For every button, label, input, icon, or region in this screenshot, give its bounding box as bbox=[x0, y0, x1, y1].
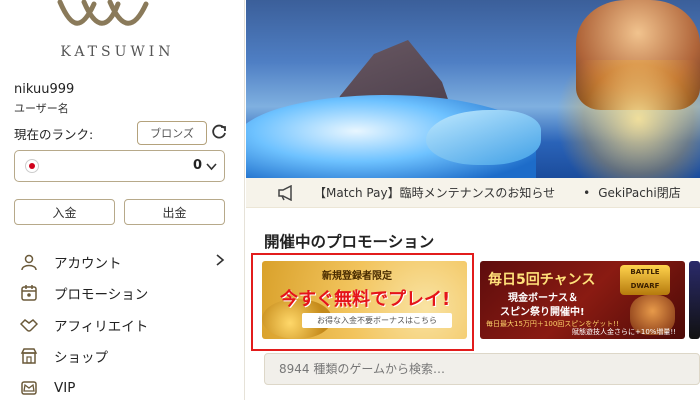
promo-card-partial[interactable] bbox=[689, 261, 700, 339]
sidebar-item-affiliate[interactable]: アフィリエイト bbox=[0, 309, 245, 341]
username: nikuu999 bbox=[14, 82, 75, 97]
currency-select[interactable]: 0 bbox=[14, 150, 225, 182]
chevron-right-icon bbox=[216, 254, 225, 266]
promo-subtitle: 新規登録者限定 bbox=[322, 271, 392, 282]
sidebar-item-label: プロモーション bbox=[54, 287, 149, 304]
chevron-down-icon bbox=[206, 163, 217, 171]
promo-footer-text: 賦態遊技人金さらに+10%増量!! bbox=[572, 328, 677, 336]
brand-logo-icon[interactable] bbox=[52, 0, 152, 36]
game-search-bar[interactable] bbox=[264, 353, 700, 385]
handshake-icon bbox=[20, 318, 38, 332]
sidebar-item-vip[interactable]: VIP bbox=[0, 372, 245, 400]
japan-flag-icon bbox=[25, 159, 39, 173]
deposit-button[interactable]: 入金 bbox=[14, 199, 115, 225]
ticker-item[interactable]: GekiPachi閉店 bbox=[598, 184, 681, 201]
sidebar-item-account[interactable]: アカウント bbox=[0, 246, 245, 278]
promo-strip: お得な入金不要ボーナスはこちら bbox=[302, 313, 452, 328]
app-root: KATSUWIN nikuu999 ユーザー名 現在のランク: ブロンズ 0 入… bbox=[0, 0, 700, 400]
refresh-icon[interactable] bbox=[210, 123, 228, 141]
announcement-ticker[interactable]: 【Match Pay】臨時メンテナンスのお知らせ • GekiPachi閉店 bbox=[246, 178, 700, 208]
ticker-item[interactable]: 【Match Pay】臨時メンテナンスのお知らせ bbox=[314, 184, 555, 201]
withdraw-button[interactable]: 出金 bbox=[124, 199, 225, 225]
game-badge: BATTLE DWARF bbox=[620, 265, 670, 295]
brand-wordmark: KATSUWIN bbox=[60, 44, 175, 60]
sidebar: KATSUWIN nikuu999 ユーザー名 現在のランク: ブロンズ 0 入… bbox=[0, 0, 245, 400]
calendar-icon bbox=[21, 285, 37, 301]
banner-glow-art bbox=[546, 60, 700, 178]
banner-dolphin-art bbox=[426, 110, 541, 165]
promo-line-1: 現金ボーナス＆ bbox=[508, 293, 578, 304]
crown-icon bbox=[21, 381, 37, 395]
sidebar-item-label: VIP bbox=[54, 379, 76, 396]
promo-card-daily-chance[interactable]: 毎日5回チャンス 現金ボーナス＆ スピン祭り開催中! 毎日最大15万円＋100回… bbox=[480, 261, 685, 339]
wallet-balance: 0 bbox=[192, 158, 202, 173]
main-content: 【Match Pay】臨時メンテナンスのお知らせ • GekiPachi閉店 開… bbox=[246, 0, 700, 400]
promo-line-2: スピン祭り開催中! bbox=[500, 307, 585, 318]
sidebar-item-label: アフィリエイト bbox=[54, 318, 149, 335]
promo-title: 今すぐ無料でプレイ! bbox=[280, 289, 451, 310]
sidebar-item-promotion[interactable]: プロモーション bbox=[0, 278, 245, 310]
shop-icon bbox=[20, 348, 38, 364]
sidebar-item-label: ショップ bbox=[54, 350, 108, 367]
promotions-heading: 開催中のプロモーション bbox=[264, 233, 435, 251]
ticker-separator: • bbox=[583, 185, 591, 200]
promo-title: 毎日5回チャンス bbox=[488, 272, 596, 288]
user-icon bbox=[21, 254, 37, 270]
sidebar-menu: アカウント プロモーション アフィリエイト ショップ VIP bbox=[0, 246, 245, 400]
sidebar-item-shop[interactable]: ショップ bbox=[0, 341, 245, 373]
promo-card-free-play[interactable]: 新規登録者限定 今すぐ無料でプレイ! お得な入金不要ボーナスはこちら bbox=[262, 261, 467, 339]
username-label: ユーザー名 bbox=[14, 102, 69, 115]
rank-badge-button[interactable]: ブロンズ bbox=[137, 121, 207, 145]
game-search-input[interactable] bbox=[265, 354, 699, 384]
megaphone-icon bbox=[278, 184, 292, 201]
rank-label: 現在のランク: bbox=[14, 127, 94, 142]
hero-banner[interactable] bbox=[246, 0, 700, 178]
sidebar-item-label: アカウント bbox=[54, 255, 122, 272]
